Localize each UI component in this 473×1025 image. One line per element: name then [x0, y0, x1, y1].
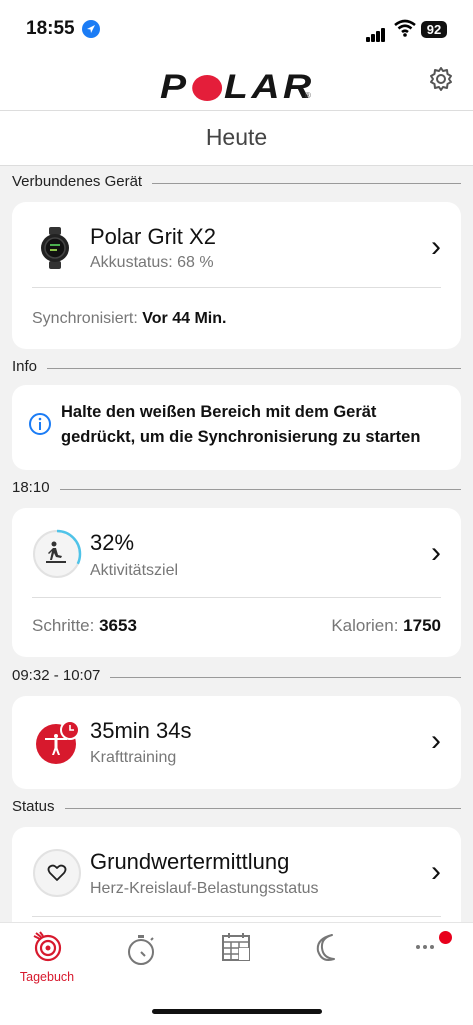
steps-count: Schritte: 3653 — [32, 616, 137, 635]
section-header-training: 09:32 - 10:07 — [12, 667, 461, 689]
stopwatch-icon — [111, 931, 171, 972]
activity-goal-label: Aktivitätsziel — [90, 562, 179, 579]
diary-icon — [17, 931, 77, 968]
tab-sleep[interactable] — [298, 931, 358, 968]
tab-training[interactable] — [111, 931, 171, 972]
home-indicator[interactable] — [152, 1009, 322, 1014]
chevron-right-icon: › — [431, 536, 441, 569]
tab-more[interactable] — [395, 931, 455, 968]
wifi-icon — [394, 19, 416, 42]
status-title: Grundwertermittlung — [90, 849, 290, 874]
info-card: Halte den weißen Bereich mit dem Gerät g… — [12, 385, 461, 470]
battery-indicator: 92 — [421, 21, 447, 38]
heart-icon — [32, 848, 82, 903]
chevron-right-icon: › — [431, 230, 441, 263]
calendar-icon — [206, 931, 266, 968]
status-time: 18:55 — [26, 18, 75, 39]
device-card[interactable]: Polar Grit X2 Akkustatus: 68 % › Synchro… — [12, 202, 461, 349]
training-type: Krafttraining — [90, 749, 177, 766]
location-icon — [82, 20, 100, 38]
section-header-info: Info — [12, 358, 461, 380]
training-card[interactable]: 35min 34s Krafttraining › — [12, 696, 461, 789]
watch-icon — [40, 227, 70, 274]
info-message: Halte den weißen Bereich mit dem Gerät g… — [61, 403, 421, 446]
cellular-signal-icon — [366, 24, 386, 42]
activity-percent: 32% — [90, 530, 135, 555]
strength-training-icon — [32, 718, 86, 771]
app-header: P LAR ® — [0, 58, 473, 110]
info-icon — [28, 412, 52, 441]
activity-ring — [32, 529, 82, 584]
notification-badge — [439, 931, 452, 944]
tab-calendar[interactable] — [206, 931, 266, 968]
activity-card[interactable]: 32% Aktivitätsziel › Schritte: 3653 Kalo… — [12, 508, 461, 657]
status-subtitle: Herz-Kreislauf-Belastungsstatus — [90, 880, 319, 897]
tab-diary[interactable]: Tagebuch — [17, 931, 77, 984]
section-header-status: Status — [12, 798, 461, 820]
device-name: Polar Grit X2 — [90, 224, 216, 249]
chevron-right-icon: › — [431, 724, 441, 757]
sync-status: Synchronisiert: Vor 44 Min. — [32, 310, 227, 327]
page-title: Heute — [0, 110, 473, 166]
device-battery-status: Akkustatus: 68 % — [90, 254, 214, 271]
tab-diary-label: Tagebuch — [19, 970, 75, 984]
training-duration: 35min 34s — [90, 718, 192, 743]
polar-logo: P LAR — [160, 68, 315, 106]
settings-gear-icon[interactable] — [428, 66, 454, 97]
moon-icon — [298, 931, 358, 968]
section-header-activity: 18:10 — [12, 479, 461, 501]
chevron-right-icon: › — [431, 855, 441, 888]
more-icon — [395, 931, 455, 968]
status-bar: 18:55 92 — [0, 0, 473, 58]
calories-count: Kalorien: 1750 — [331, 616, 441, 635]
section-header-device: Verbundenes Gerät — [12, 173, 461, 195]
